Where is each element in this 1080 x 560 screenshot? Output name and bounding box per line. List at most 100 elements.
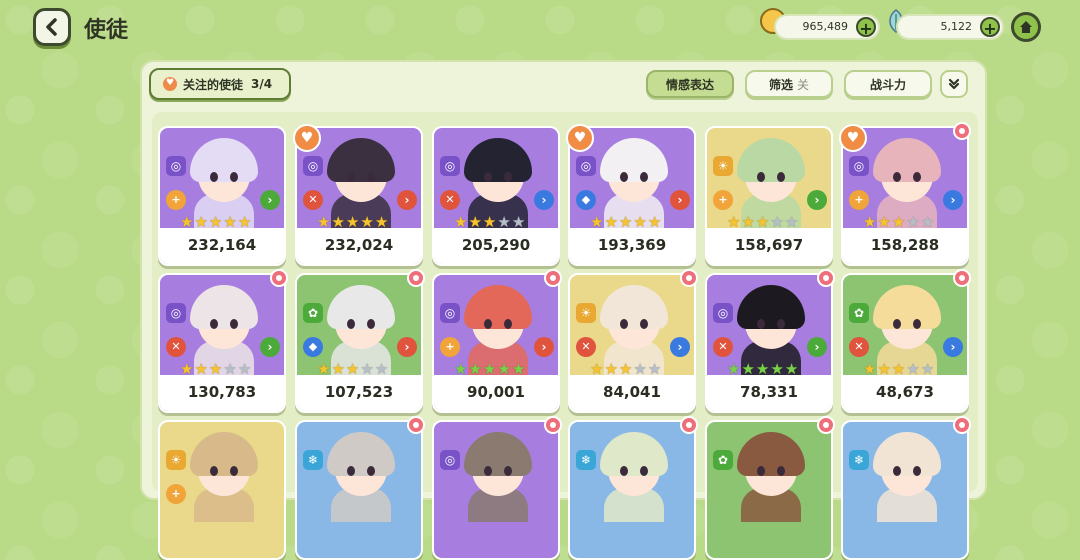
apostle-eye	[210, 172, 218, 182]
favorite-heart-icon[interactable]: ♥	[839, 124, 867, 152]
apostle-eye	[640, 319, 648, 329]
apostle-card[interactable]: ✿ ◆ › ★ ★ ★ ★ ★ 107,523	[295, 273, 423, 413]
power-value: 193,369	[597, 236, 667, 254]
top-bar: 使徒 965,489 + 5,122 +	[0, 0, 1080, 56]
apostle-eye	[367, 319, 375, 329]
apostle-eye	[347, 172, 355, 182]
clover-element-icon: ✿	[849, 303, 869, 323]
followed-apostles-button[interactable]: 关注的使徒 3/4	[149, 68, 291, 100]
apostle-card[interactable]: ☀ + › ★ ★ ★ ★ ★ 158,697	[705, 126, 833, 266]
apostle-card[interactable]: ◎ + › ★ ★ ★ ★ ★ 232,164	[158, 126, 286, 266]
apostle-eye	[777, 466, 785, 476]
home-button[interactable]	[1011, 12, 1041, 42]
power-value: 130,783	[187, 383, 257, 401]
spiral-element-icon: ◎	[440, 450, 460, 470]
apostle-eye	[620, 319, 628, 329]
page-title: 使徒	[84, 18, 129, 43]
expand-button[interactable]	[940, 70, 968, 98]
followed-count: 3/4	[251, 77, 273, 91]
apostle-eye	[210, 319, 218, 329]
coin-value: 965,489	[802, 20, 849, 33]
apostle-card[interactable]: ❄	[568, 420, 696, 560]
apostle-eye	[230, 466, 238, 476]
plus-role-icon: +	[440, 337, 460, 357]
filter-label: 筛选	[768, 77, 793, 92]
apostle-eye	[620, 466, 628, 476]
apostle-card[interactable]: ◎ ✕ › ★ ★ ★ ★ ★ 205,290	[432, 126, 560, 266]
apostle-portrait	[843, 275, 967, 375]
add-leaves-button[interactable]: +	[980, 17, 1000, 38]
apostle-card[interactable]: ☀ ✕ › ★ ★ ★ ★ ★ 84,041	[568, 273, 696, 413]
spiral-element-icon: ◎	[303, 156, 323, 176]
apostle-eye	[893, 466, 901, 476]
apostle-card[interactable]: ☀ +	[158, 420, 286, 560]
flower-badge-icon	[817, 269, 835, 287]
apostle-eye	[913, 172, 921, 182]
flower-badge-icon	[680, 416, 698, 434]
position-arrow-icon: ›	[534, 190, 554, 210]
apostle-card[interactable]: ❄	[841, 420, 969, 560]
cross-role-icon: ✕	[303, 190, 323, 210]
cross-role-icon: ✕	[440, 190, 460, 210]
apostle-hair	[737, 285, 805, 329]
position-arrow-icon: ›	[943, 190, 963, 210]
shield-role-icon: ◆	[303, 337, 323, 357]
snow-element-icon: ❄	[303, 450, 323, 470]
apostle-portrait	[160, 128, 284, 228]
apostle-eye	[504, 466, 512, 476]
apostle-eye	[367, 172, 375, 182]
apostle-card[interactable]: ✿	[705, 420, 833, 560]
apostle-hair	[327, 285, 395, 329]
position-arrow-icon: ›	[670, 190, 690, 210]
apostle-card[interactable]: ✿ ✕ › ★ ★ ★ ★ ★ 48,673	[841, 273, 969, 413]
plus-role-icon: +	[713, 190, 733, 210]
position-arrow-icon: ›	[534, 337, 554, 357]
back-button[interactable]	[33, 8, 71, 46]
apostle-hair	[600, 285, 668, 329]
apostle-hair	[873, 138, 941, 182]
apostle-card[interactable]: ❄	[295, 420, 423, 560]
apostle-portrait	[570, 422, 694, 522]
apostle-portrait	[570, 275, 694, 375]
apostle-eye	[347, 319, 355, 329]
flower-badge-icon	[680, 269, 698, 287]
power-sort-label: 战斗力	[869, 77, 906, 92]
favorite-heart-icon[interactable]: ♥	[566, 124, 594, 152]
apostle-eye	[620, 172, 628, 182]
apostle-card[interactable]: ◎ + › ★ ★ ★ ★ ★ 90,001	[432, 273, 560, 413]
apostle-eye	[893, 319, 901, 329]
apostle-portrait	[707, 128, 831, 228]
coin-counter: 965,489 +	[774, 14, 880, 40]
apostle-eye	[893, 172, 901, 182]
snow-element-icon: ❄	[576, 450, 596, 470]
flower-badge-icon	[544, 416, 562, 434]
spiral-element-icon: ◎	[166, 156, 186, 176]
apostle-hair	[327, 432, 395, 476]
filter-button[interactable]: 筛选 关	[745, 70, 833, 98]
add-coins-button[interactable]: +	[856, 17, 876, 38]
position-arrow-icon: ›	[397, 337, 417, 357]
flower-badge-icon	[407, 416, 425, 434]
apostle-portrait	[434, 128, 558, 228]
apostle-eye	[640, 172, 648, 182]
favorite-heart-icon[interactable]: ♥	[293, 124, 321, 152]
power-value: 48,673	[876, 383, 934, 401]
spiral-element-icon: ◎	[440, 303, 460, 323]
apostle-hair	[737, 138, 805, 182]
power-sort-button[interactable]: 战斗力	[844, 70, 932, 98]
apostle-portrait	[434, 275, 558, 375]
apostle-card[interactable]: ◎	[432, 420, 560, 560]
flower-badge-icon	[953, 122, 971, 140]
flower-badge-icon	[544, 269, 562, 287]
leaf-counter: 5,122 +	[896, 14, 1004, 40]
spiral-element-icon: ◎	[713, 303, 733, 323]
plus-role-icon: +	[166, 190, 186, 210]
emotion-button[interactable]: 情感表达	[646, 70, 734, 98]
cross-role-icon: ✕	[166, 337, 186, 357]
apostle-card[interactable]: ◎ ✕ › ★ ★ ★ ★ ★ 130,783	[158, 273, 286, 413]
flower-badge-icon	[953, 269, 971, 287]
cross-role-icon: ✕	[713, 337, 733, 357]
double-chevron-down-icon	[948, 78, 960, 90]
apostle-card[interactable]: ◎ ✕ › ★ ★ ★ ★ ★ 78,331	[705, 273, 833, 413]
power-value: 90,001	[467, 383, 525, 401]
